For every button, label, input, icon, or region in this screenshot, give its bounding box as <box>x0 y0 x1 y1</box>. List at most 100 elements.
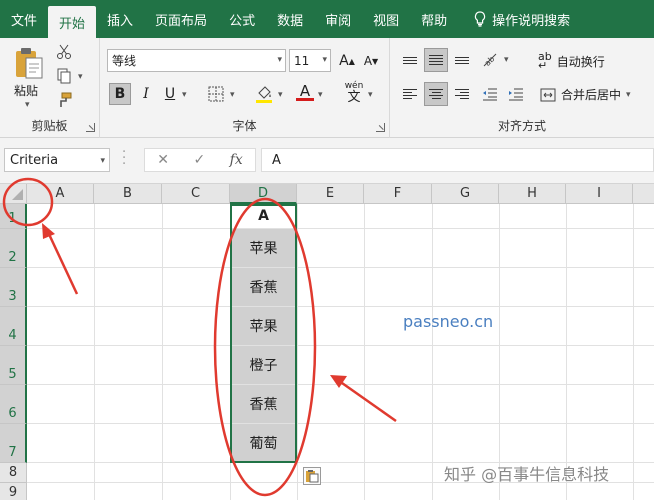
clipboard-launcher-icon[interactable] <box>86 123 95 132</box>
font-color-button[interactable]: A <box>296 82 314 104</box>
formula-bar: Criteria ▾ · · · ✕ ✓ fx A <box>0 138 654 184</box>
cell-d3[interactable]: 香蕉 <box>231 268 296 306</box>
tab-view[interactable]: 视图 <box>362 0 410 38</box>
chevron-down-icon: ▾ <box>322 55 327 65</box>
orientation-dropdown-icon[interactable]: ▾ <box>504 55 509 65</box>
credit-text: 知乎 @百事牛信息科技 <box>444 465 610 484</box>
cancel-icon[interactable]: ✕ <box>157 152 169 168</box>
column-header-g[interactable]: G <box>432 184 499 204</box>
gridline <box>499 204 500 500</box>
cell-d5[interactable]: 橙子 <box>231 346 296 384</box>
paste-dropdown-icon[interactable]: ▾ <box>25 100 30 110</box>
cell-d7[interactable]: 葡萄 <box>231 424 296 462</box>
underline-button[interactable]: U <box>159 83 181 105</box>
column-header-i[interactable]: I <box>566 184 633 204</box>
align-right-icon[interactable] <box>450 82 474 106</box>
font-size-combo[interactable]: 11 ▾ <box>289 49 331 72</box>
enter-icon[interactable]: ✓ <box>193 152 205 168</box>
ribbon-home: 粘贴 ▾ ▾ 剪贴板 等线 ▾ 11 ▾ A ▲ A ▼ B I U ▾ ▾ ▾ A… <box>0 38 654 138</box>
row-header-4[interactable]: 4 <box>0 307 27 346</box>
decrease-indent-icon[interactable] <box>482 86 498 102</box>
borders-dropdown-icon[interactable]: ▾ <box>230 90 235 100</box>
wrap-text-label: 自动换行 <box>556 54 605 69</box>
column-header-d[interactable]: D <box>230 184 297 204</box>
tell-me-label: 操作说明搜索 <box>492 13 571 29</box>
orientation-icon[interactable]: ab <box>482 52 500 68</box>
tab-data[interactable]: 数据 <box>266 0 314 38</box>
column-header-overflow[interactable] <box>633 184 654 204</box>
row-header-5[interactable]: 5 <box>0 346 27 385</box>
gridline <box>633 204 634 500</box>
tab-home[interactable]: 开始 <box>48 6 97 38</box>
align-left-icon[interactable] <box>398 82 422 106</box>
lightbulb-icon <box>475 11 486 27</box>
tab-formulas[interactable]: 公式 <box>218 0 266 38</box>
paste-icon[interactable] <box>14 46 44 80</box>
select-all-button[interactable] <box>0 184 27 204</box>
bold-button[interactable]: B <box>109 83 131 105</box>
middle-align-icon[interactable] <box>424 48 448 72</box>
formula-controls: ✕ ✓ fx <box>144 148 256 172</box>
gridline <box>27 423 654 424</box>
font-launcher-icon[interactable] <box>376 123 385 132</box>
row-header-2[interactable]: 2 <box>0 229 27 268</box>
wrap-text-button[interactable]: ab ↵ 自动换行 <box>538 51 605 71</box>
tab-review[interactable]: 审阅 <box>314 0 362 38</box>
cell-d1[interactable]: A <box>231 204 296 228</box>
clipboard-group: 粘贴 ▾ ▾ 剪贴板 <box>0 38 100 138</box>
grow-font-button[interactable]: A ▲ <box>336 50 358 72</box>
merge-center-label: 合并后居中 <box>561 88 622 102</box>
tab-file[interactable]: 文件 <box>0 0 48 38</box>
paste-button[interactable]: 粘贴 <box>14 82 38 99</box>
cell-d2[interactable]: 苹果 <box>231 229 296 267</box>
top-align-icon[interactable] <box>398 48 422 72</box>
cell-d4[interactable]: 苹果 <box>231 307 296 345</box>
column-header-e[interactable]: E <box>297 184 364 204</box>
gridline <box>94 204 95 500</box>
phonetic-guide-button[interactable]: wén 文 <box>343 82 365 105</box>
font-name-combo[interactable]: 等线 ▾ <box>107 49 286 72</box>
fill-color-icon[interactable] <box>254 84 274 104</box>
row-header-3[interactable]: 3 <box>0 268 27 307</box>
cell-d6[interactable]: 香蕉 <box>231 385 296 423</box>
insert-function-icon[interactable]: fx <box>230 152 243 168</box>
bottom-align-icon[interactable] <box>450 48 474 72</box>
column-header-b[interactable]: B <box>94 184 162 204</box>
name-box[interactable]: Criteria ▾ <box>4 148 110 172</box>
italic-button[interactable]: I <box>135 83 157 105</box>
tab-help[interactable]: 帮助 <box>410 0 458 38</box>
row-header-8[interactable]: 8 <box>0 463 27 483</box>
row-header-7[interactable]: 7 <box>0 424 27 463</box>
merge-center-button[interactable]: 合并后居中 ▾ <box>540 86 631 103</box>
paste-options-button[interactable] <box>303 467 321 485</box>
underline-dropdown-icon[interactable]: ▾ <box>182 90 187 100</box>
align-center-icon[interactable] <box>424 82 448 106</box>
format-painter-icon[interactable] <box>56 92 72 108</box>
row-header-9[interactable]: 9 <box>0 483 27 500</box>
paste-options-icon <box>306 470 319 483</box>
shrink-font-button[interactable]: A ▼ <box>360 50 382 72</box>
tab-page-layout[interactable]: 页面布局 <box>144 0 218 38</box>
merge-dropdown-icon[interactable]: ▾ <box>626 90 631 100</box>
tell-me-search[interactable]: 操作说明搜索 <box>458 0 570 38</box>
row-header-6[interactable]: 6 <box>0 385 27 424</box>
splitter-dots-icon[interactable]: · · · <box>122 146 126 171</box>
font-color-dropdown-icon[interactable]: ▾ <box>318 90 323 100</box>
formula-value: A <box>272 152 281 168</box>
borders-icon[interactable] <box>208 86 224 102</box>
tab-insert[interactable]: 插入 <box>96 0 144 38</box>
column-header-f[interactable]: F <box>364 184 432 204</box>
phonetic-dropdown-icon[interactable]: ▾ <box>368 90 373 100</box>
fill-color-dropdown-icon[interactable]: ▾ <box>278 90 283 100</box>
column-header-c[interactable]: C <box>162 184 230 204</box>
worksheet-grid[interactable]: A B C D E F G H I 1 2 3 4 5 6 7 8 9 A 苹果… <box>0 184 654 500</box>
cut-icon[interactable] <box>56 44 72 60</box>
gridline <box>297 204 298 500</box>
row-header-1[interactable]: 1 <box>0 204 27 229</box>
column-header-h[interactable]: H <box>499 184 566 204</box>
column-header-a[interactable]: A <box>27 184 94 204</box>
copy-dropdown-icon[interactable]: ▾ <box>78 72 83 82</box>
formula-input[interactable]: A <box>261 148 654 172</box>
copy-icon[interactable] <box>56 68 72 84</box>
increase-indent-icon[interactable] <box>508 86 524 102</box>
